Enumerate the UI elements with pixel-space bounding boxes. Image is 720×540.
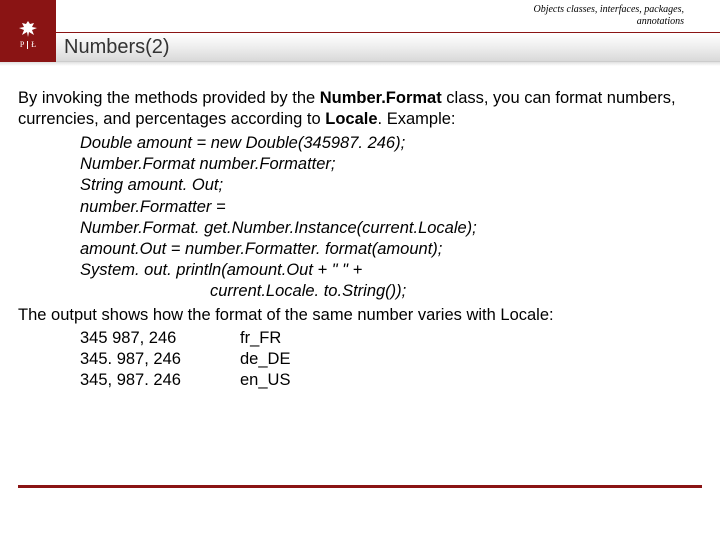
breadcrumb-line-2: annotations: [533, 16, 684, 28]
breadcrumb: Objects classes, interfaces, packages, a…: [533, 4, 684, 27]
outro-paragraph: The output shows how the format of the s…: [18, 305, 702, 326]
title-area: Objects classes, interfaces, packages, a…: [56, 0, 720, 62]
logo-divider: [27, 41, 28, 49]
code-line: String amount. Out;: [80, 175, 702, 196]
logo-letter-left: P: [20, 41, 24, 49]
output-block: 345 987, 246 fr_FR 345. 987, 246 de_DE 3…: [80, 328, 702, 391]
intro-text-1: By invoking the methods provided by the: [18, 89, 320, 107]
code-line: Number.Format number.Formatter;: [80, 154, 702, 175]
intro-bold-1: Number.Format: [320, 89, 442, 107]
code-line: Number.Format. get.Number.Instance(curre…: [80, 218, 702, 239]
output-locale: fr_FR: [240, 328, 281, 349]
breadcrumb-line-1: Objects classes, interfaces, packages,: [533, 4, 684, 16]
code-block: Double amount = new Double(345987. 246);…: [80, 133, 702, 302]
code-line: System. out. println(amount.Out + " " +: [80, 260, 702, 281]
output-locale: en_US: [240, 370, 290, 391]
output-row: 345, 987. 246 en_US: [80, 370, 702, 391]
intro-paragraph: By invoking the methods provided by the …: [18, 88, 702, 130]
output-locale: de_DE: [240, 349, 290, 370]
output-number: 345. 987, 246: [80, 349, 240, 370]
code-line: current.Locale. to.String());: [80, 281, 702, 302]
code-line: amount.Out = number.Formatter. format(am…: [80, 239, 702, 260]
output-row: 345. 987, 246 de_DE: [80, 349, 702, 370]
slide-header: P Ł Objects classes, interfaces, package…: [0, 0, 720, 62]
output-number: 345 987, 246: [80, 328, 240, 349]
intro-bold-2: Locale: [325, 110, 377, 128]
slide-body: By invoking the methods provided by the …: [0, 66, 720, 392]
title-bar: Numbers(2): [56, 32, 720, 62]
page-title: Numbers(2): [64, 36, 170, 59]
output-row: 345 987, 246 fr_FR: [80, 328, 702, 349]
intro-text-3: . Example:: [378, 110, 456, 128]
output-number: 345, 987. 246: [80, 370, 240, 391]
eagle-icon: [18, 20, 38, 38]
code-line: number.Formatter =: [80, 197, 702, 218]
code-line: Double amount = new Double(345987. 246);: [80, 133, 702, 154]
logo-initials: P Ł: [20, 41, 36, 49]
logo-letter-right: Ł: [31, 41, 36, 49]
footer-divider: [18, 485, 702, 488]
university-logo: P Ł: [0, 0, 56, 62]
